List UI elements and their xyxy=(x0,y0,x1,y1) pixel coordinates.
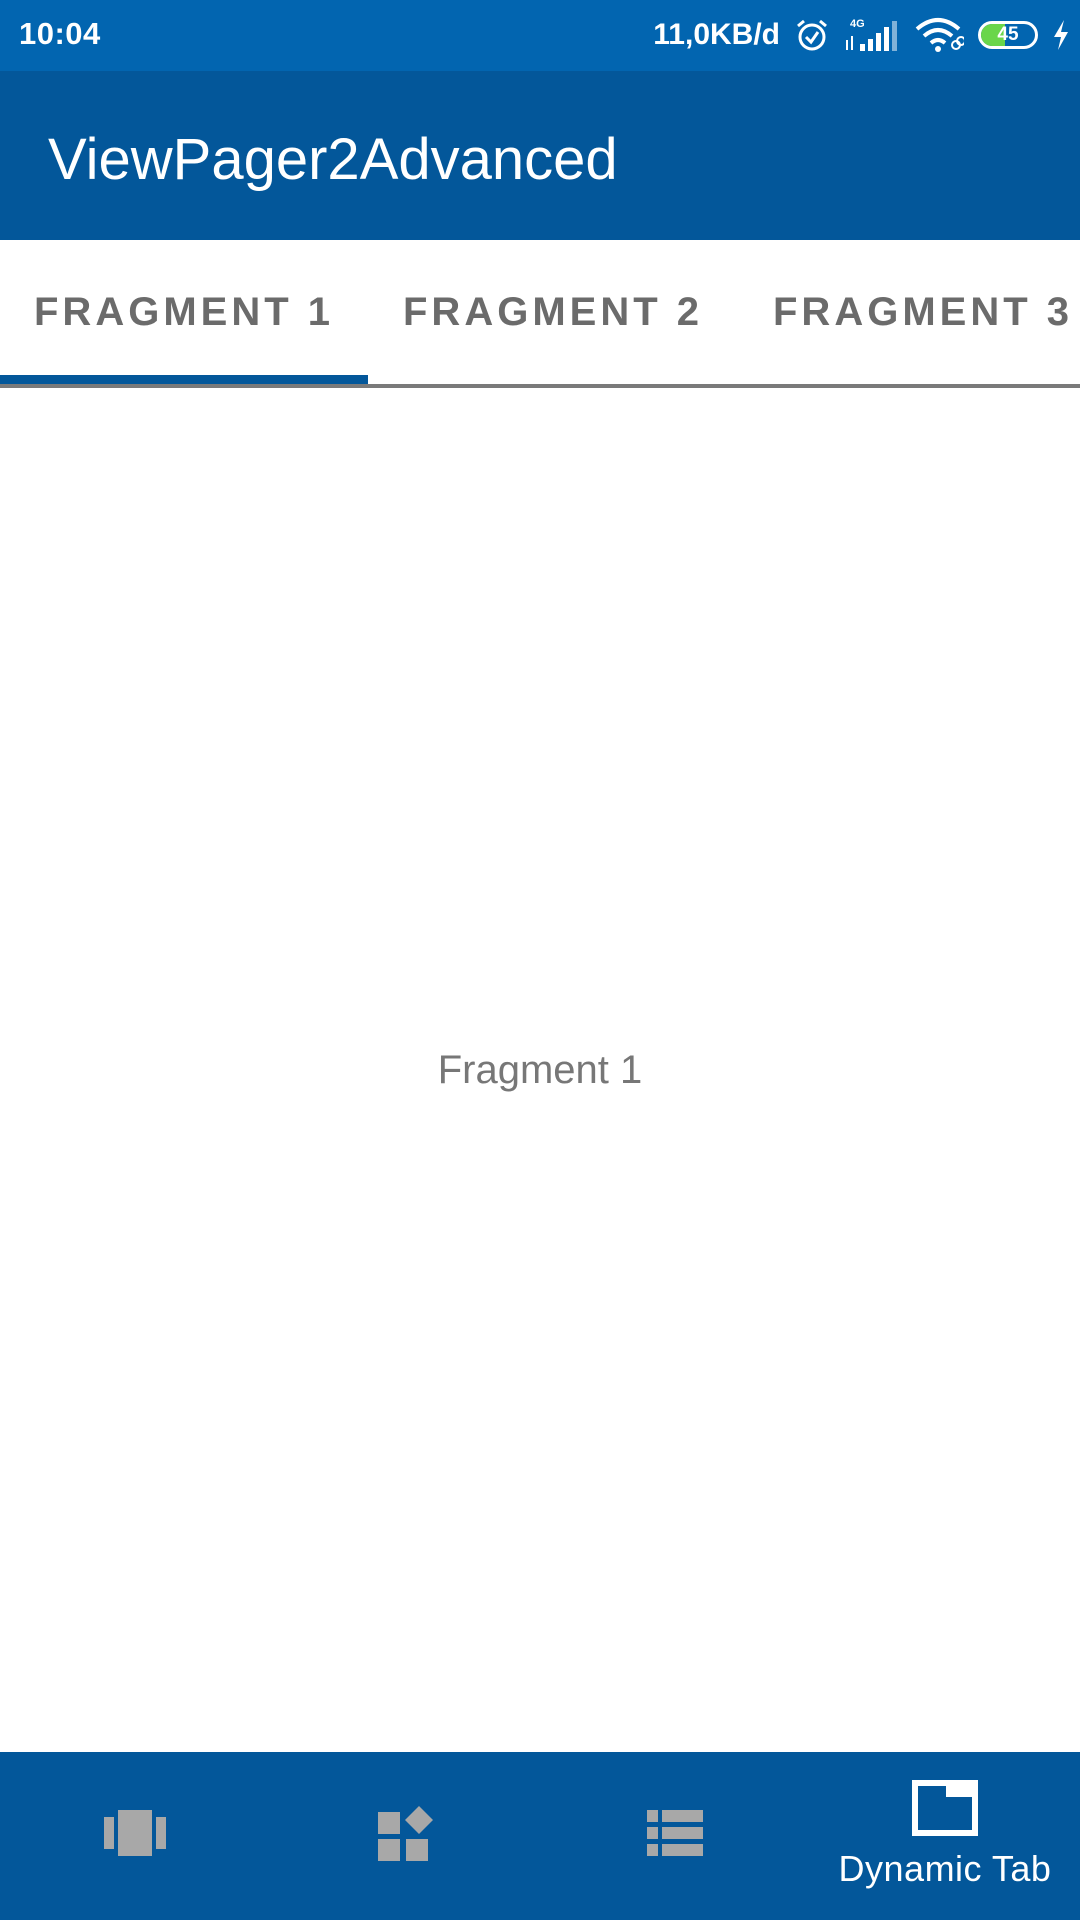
tab-label: FRAGMENT 2 xyxy=(403,289,703,334)
tab-label: FRAGMENT 3 xyxy=(773,289,1073,334)
nav-item-carousel[interactable] xyxy=(0,1752,270,1920)
nav-item-dynamic-tab[interactable]: Dynamic Tab xyxy=(810,1752,1080,1920)
status-icons: 11,0KB/d 4G 45 xyxy=(653,12,1070,58)
status-time: 10:04 xyxy=(19,16,101,51)
tab-divider xyxy=(0,384,1080,388)
carousel-icon xyxy=(104,1810,166,1861)
app-bar: ViewPager2Advanced xyxy=(0,71,1080,240)
list-icon xyxy=(647,1810,703,1861)
alarm-icon xyxy=(794,17,830,53)
network-type-label: 4G xyxy=(850,18,865,30)
battery-level: 45 xyxy=(997,24,1019,45)
tab-label: FRAGMENT 1 xyxy=(34,289,334,334)
nav-item-list[interactable] xyxy=(540,1752,810,1920)
tab-fragment-1[interactable]: FRAGMENT 1 xyxy=(0,240,368,384)
tab-fragment-3[interactable]: FRAGMENT 3 xyxy=(738,240,1080,384)
net-speed: 11,0KB/d xyxy=(653,18,780,51)
nav-label-dynamic-tab: Dynamic Tab xyxy=(838,1848,1052,1889)
tab-fragment-2[interactable]: FRAGMENT 2 xyxy=(368,240,738,384)
charging-icon xyxy=(1052,19,1070,51)
widgets-icon xyxy=(376,1806,434,1867)
tab-bar: FRAGMENT 1 FRAGMENT 2 FRAGMENT 3 xyxy=(0,240,1080,388)
wifi-icon xyxy=(914,17,964,53)
app-title: ViewPager2Advanced xyxy=(48,127,618,192)
tab-indicator xyxy=(0,375,368,384)
signal-icon: 4G xyxy=(844,16,900,54)
battery-icon: 45 xyxy=(978,21,1038,49)
status-bar: 10:04 11,0KB/d 4G 45 xyxy=(0,0,1080,71)
bottom-navigation: Dynamic Tab xyxy=(0,1752,1080,1920)
nav-item-widgets[interactable] xyxy=(270,1752,540,1920)
fragment-text: Fragment 1 xyxy=(437,1048,643,1092)
tab-icon xyxy=(912,1780,978,1841)
